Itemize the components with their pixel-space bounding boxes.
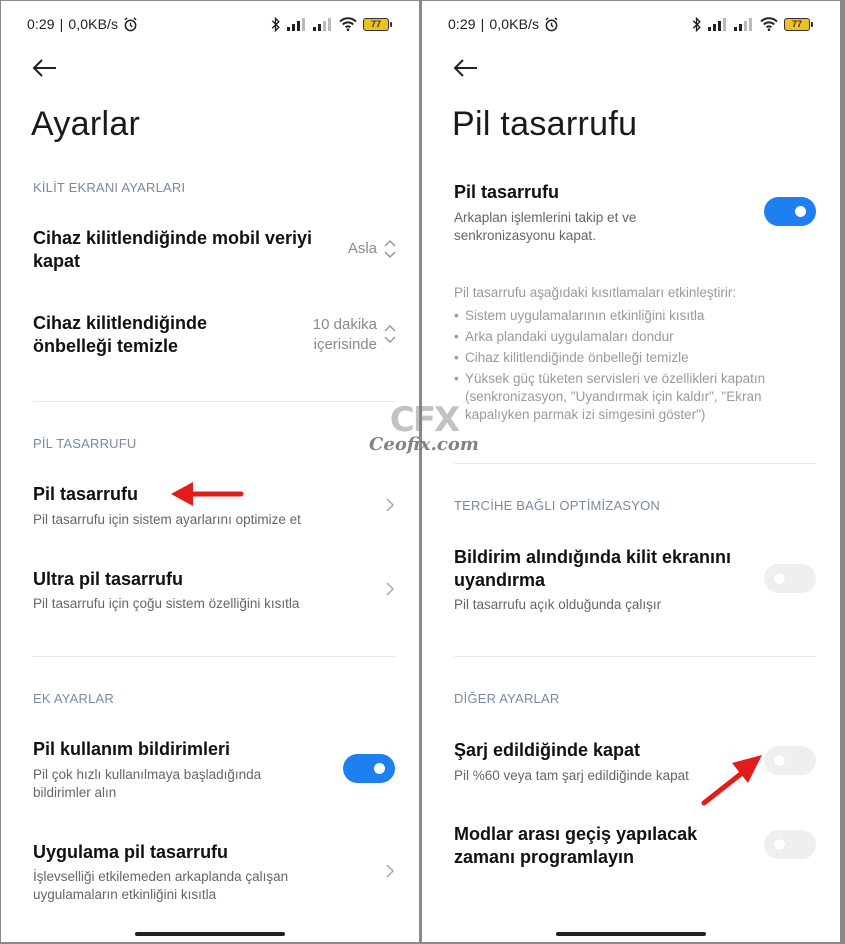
charge-off-subtitle: Pil %60 veya tam şarj edildiğinde kapat xyxy=(454,768,689,783)
alarm-icon xyxy=(545,16,558,31)
divider xyxy=(454,656,816,657)
back-arrow-icon[interactable] xyxy=(29,53,59,83)
wifi-icon xyxy=(339,17,357,31)
ultra-saver-title: Ultra pil tasarrufu xyxy=(33,569,184,589)
bluetooth-icon xyxy=(692,16,701,32)
home-indicator[interactable] xyxy=(556,932,706,936)
mobile-data-value: Asla xyxy=(347,240,377,257)
schedule-toggle[interactable] xyxy=(764,830,816,859)
section-battery-saver: PİL TASARRUFU xyxy=(33,436,137,451)
saver-toggle-subtitle: Arkaplan işlemlerini takip et ve senkron… xyxy=(454,210,637,243)
divider xyxy=(33,401,395,402)
restrictions-intro: Pil tasarrufu aşağıdaki kısıtlamaları et… xyxy=(454,285,737,300)
up-down-chevron-icon xyxy=(384,239,396,259)
chevron-right-icon xyxy=(386,498,395,512)
no-wake-toggle[interactable] xyxy=(764,564,816,593)
schedule-title: Modlar arası geçiş yapılacak zamanı prog… xyxy=(454,824,698,867)
app-saver-title: Uygulama pil tasarrufu xyxy=(33,842,229,862)
ultra-saver-subtitle: Pil tasarrufu için çoğu sistem özelliğin… xyxy=(33,596,300,611)
battery-icon: 77 xyxy=(784,17,813,31)
usage-notifications-subtitle: Pil çok hızlı kullanılmaya başladığında … xyxy=(33,767,262,800)
red-arrow-pointer xyxy=(171,482,244,506)
toggle-knob xyxy=(795,206,806,217)
restriction-item: Cihaz kilitlendiğinde önbelleği temizle xyxy=(454,349,810,367)
page-title: Ayarlar xyxy=(31,105,141,143)
charge-off-title: Şarj edildiğinde kapat xyxy=(454,740,641,760)
alarm-icon xyxy=(124,16,137,31)
status-net-speed: 0,0KB/s xyxy=(68,16,119,32)
app-saver-subtitle: İşlevselliği etkilemeden arkaplanda çalı… xyxy=(33,869,289,902)
toggle-knob xyxy=(774,839,785,850)
usage-notifications-title: Pil kullanım bildirimleri xyxy=(33,739,231,759)
battery-saver-subtitle: Pil tasarrufu için sistem ayarlarını opt… xyxy=(33,512,301,527)
divider xyxy=(33,656,395,657)
signal-icon-2 xyxy=(313,17,331,31)
home-indicator[interactable] xyxy=(135,932,285,936)
status-time: 0:29 xyxy=(448,16,476,32)
section-extra-settings: EK AYARLAR xyxy=(33,691,114,706)
signal-icon-1 xyxy=(287,17,305,31)
battery-saver-title: Pil tasarrufu xyxy=(33,484,139,504)
no-wake-title: Bildirim alındığında kilit ekranını uyan… xyxy=(454,547,732,590)
battery-icon: 77 xyxy=(363,17,392,31)
status-bar: 0:29 | 0,0KB/s 77 xyxy=(448,13,813,35)
wifi-icon xyxy=(760,17,778,31)
usage-notifications-toggle[interactable] xyxy=(343,754,395,783)
left-screen: 0:29 | 0,0KB/s 77 Ayarlar KİLİT EKRANI A… xyxy=(1,1,419,942)
saver-toggle-title: Pil tasarrufu xyxy=(454,182,560,202)
page-title: Pil tasarrufu xyxy=(452,105,638,143)
chevron-right-icon xyxy=(386,864,395,878)
mobile-data-title: Cihaz kilitlendiğinde mobil veriyi kapat xyxy=(33,228,313,271)
battery-saver-toggle[interactable] xyxy=(764,197,816,226)
red-arrow-pointer xyxy=(701,755,762,806)
clear-cache-title: Cihaz kilitlendiğinde önbelleği temizle xyxy=(33,313,208,356)
restrictions-list: Sistem uygulamalarının etkinliğini kısıt… xyxy=(454,307,810,427)
status-separator: | xyxy=(480,16,485,32)
back-arrow-icon[interactable] xyxy=(450,53,480,83)
section-other-settings: DİĞER AYARLAR xyxy=(454,691,560,706)
right-screen: 0:29 | 0,0KB/s 77 Pil tasarrufu Pil tasa… xyxy=(422,1,840,942)
toggle-knob xyxy=(774,755,785,766)
battery-level: 77 xyxy=(791,19,802,29)
divider xyxy=(454,463,816,464)
restriction-item: Arka plandaki uygulamaları dondur xyxy=(454,328,810,346)
toggle-knob xyxy=(774,573,785,584)
signal-icon-1 xyxy=(708,17,726,31)
charge-off-toggle[interactable] xyxy=(764,746,816,775)
clear-cache-value: 10 dakika içerisinde xyxy=(312,316,377,353)
restriction-item: Yüksek güç tüketen servisleri ve özellik… xyxy=(454,370,810,424)
status-time: 0:29 xyxy=(27,16,55,32)
section-optional-optimization: TERCİHE BAĞLI OPTİMİZASYON xyxy=(454,498,661,513)
status-bar: 0:29 | 0,0KB/s 77 xyxy=(27,13,392,35)
up-down-chevron-icon xyxy=(384,324,396,344)
toggle-knob xyxy=(374,763,385,774)
status-net-speed: 0,0KB/s xyxy=(489,16,540,32)
chevron-right-icon xyxy=(386,582,395,596)
restriction-item: Sistem uygulamalarının etkinliğini kısıt… xyxy=(454,307,810,325)
bluetooth-icon xyxy=(271,16,280,32)
status-separator: | xyxy=(59,16,64,32)
no-wake-subtitle: Pil tasarrufu açık olduğunda çalışır xyxy=(454,597,662,612)
signal-icon-2 xyxy=(734,17,752,31)
section-lock-screen: KİLİT EKRANI AYARLARI xyxy=(33,180,186,195)
battery-level: 77 xyxy=(370,19,381,29)
